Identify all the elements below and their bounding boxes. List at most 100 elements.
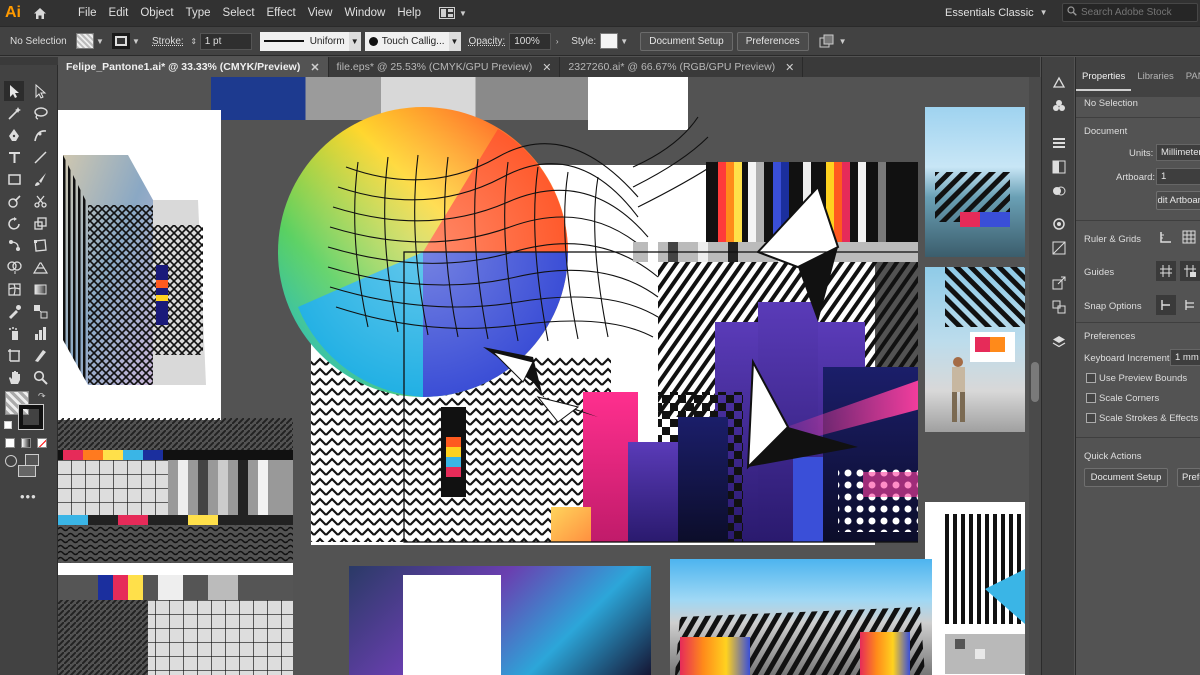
line-segment-tool-icon[interactable] xyxy=(30,147,50,167)
curvature-tool-icon[interactable] xyxy=(30,125,50,145)
doc-tab-felipe[interactable]: Felipe_Pantone1.ai* @ 33.33% (CMYK/Previ… xyxy=(58,57,329,77)
snap-pixel-icon[interactable] xyxy=(1180,295,1200,315)
gradient-panel-icon[interactable] xyxy=(1050,158,1068,176)
stroke-color-swatch[interactable] xyxy=(18,404,44,430)
slice-tool-icon[interactable] xyxy=(30,345,50,365)
stroke-weight-field[interactable]: 1 pt xyxy=(199,32,252,50)
chevron-down-icon[interactable]: ▼ xyxy=(94,33,106,49)
tab-pantone[interactable]: PANT xyxy=(1180,71,1200,91)
fill-swatch[interactable] xyxy=(76,33,94,49)
preferences-panel-button[interactable]: Preferences xyxy=(1177,468,1200,487)
menu-object[interactable]: Object xyxy=(134,0,179,26)
menu-file[interactable]: File xyxy=(72,0,103,26)
fill-control[interactable]: ▼ xyxy=(76,33,106,49)
mesh-tool-icon[interactable] xyxy=(4,279,24,299)
scale-strokes-checkbox[interactable] xyxy=(1086,413,1096,423)
brush-definition[interactable]: Touch Callig... xyxy=(364,31,449,51)
none-mode-icon[interactable] xyxy=(37,438,47,448)
artboard-select[interactable]: 1 xyxy=(1156,168,1200,185)
document-setup-panel-button[interactable]: Document Setup xyxy=(1084,468,1168,487)
eyedropper-tool-icon[interactable] xyxy=(4,301,24,321)
menu-help[interactable]: Help xyxy=(391,0,427,26)
units-select[interactable]: Millimeters xyxy=(1156,144,1200,161)
arrange-icon[interactable]: ▼ xyxy=(819,34,847,48)
stroke-color-control[interactable]: ▼ xyxy=(112,33,142,49)
op-art-bottom-right[interactable] xyxy=(945,514,1025,675)
align-icon[interactable] xyxy=(1050,134,1068,152)
chevron-down-icon[interactable]: ▼ xyxy=(448,31,461,51)
home-icon[interactable] xyxy=(26,0,54,26)
scrollbar-thumb[interactable] xyxy=(1031,362,1039,402)
shaper-tool-icon[interactable] xyxy=(4,191,24,211)
menu-effect[interactable]: Effect xyxy=(261,0,302,26)
style-swatch[interactable] xyxy=(600,33,619,49)
more-tools-icon[interactable]: ••• xyxy=(20,489,37,504)
free-transform-tool-icon[interactable] xyxy=(30,235,50,255)
ruler-icon[interactable] xyxy=(1159,230,1173,247)
zoom-tool-icon[interactable] xyxy=(30,367,50,387)
stroke-stepper[interactable]: ⇕ xyxy=(188,33,200,49)
building-stripes-top-right[interactable] xyxy=(925,137,1025,257)
blend-tool-icon[interactable] xyxy=(30,301,50,321)
direct-selection-tool-icon[interactable] xyxy=(30,81,50,101)
graphic-styles-icon[interactable] xyxy=(1050,239,1068,257)
layers-icon[interactable] xyxy=(1050,333,1068,351)
mural-building-artwork[interactable] xyxy=(670,597,932,675)
main-artwork[interactable] xyxy=(278,107,918,552)
workspace-switcher[interactable]: Essentials Classic ▼ xyxy=(945,0,1048,26)
draw-mode-icon[interactable] xyxy=(5,455,17,467)
color-mode-icon[interactable] xyxy=(5,438,15,448)
pen-tool-icon[interactable] xyxy=(4,125,24,145)
default-fill-stroke-icon[interactable] xyxy=(4,421,12,429)
magic-wand-tool-icon[interactable] xyxy=(4,103,24,123)
hand-tool-icon[interactable] xyxy=(4,367,24,387)
screen-mode-icon[interactable] xyxy=(18,465,36,477)
close-icon[interactable]: ✕ xyxy=(542,61,551,74)
vertical-scrollbar[interactable] xyxy=(1029,77,1041,675)
chevron-down-icon[interactable]: ▼ xyxy=(348,31,361,51)
symbol-sprayer-tool-icon[interactable] xyxy=(4,323,24,343)
opacity-label[interactable]: Opacity: xyxy=(469,36,506,47)
menu-view[interactable]: View xyxy=(302,0,339,26)
chevron-down-icon[interactable]: ▼ xyxy=(618,33,630,49)
menu-window[interactable]: Window xyxy=(338,0,391,26)
brushes-icon[interactable] xyxy=(1050,73,1068,91)
photo-mural-person[interactable] xyxy=(925,267,1025,432)
swap-fill-stroke-icon[interactable]: ↷ xyxy=(38,391,46,402)
doc-tab-2327260[interactable]: 2327260.ai* @ 66.67% (RGB/GPU Preview) ✕ xyxy=(560,57,804,77)
scale-tool-icon[interactable] xyxy=(30,213,50,233)
stroke-label[interactable]: Stroke: xyxy=(152,36,184,47)
column-graph-tool-icon[interactable] xyxy=(30,323,50,343)
perspective-grid-tool-icon[interactable] xyxy=(30,257,50,277)
menu-select[interactable]: Select xyxy=(217,0,261,26)
type-tool-icon[interactable] xyxy=(4,147,24,167)
variable-width-profile[interactable]: Uniform xyxy=(259,31,349,51)
stroke-swatch[interactable] xyxy=(112,33,130,49)
arrange-documents-button[interactable]: ▼ xyxy=(439,7,467,19)
rectangle-tool-icon[interactable] xyxy=(4,169,24,189)
keyboard-increment-field[interactable]: 1 mm xyxy=(1170,349,1200,366)
paintbrush-tool-icon[interactable] xyxy=(30,169,50,189)
op-art-cube-left[interactable] xyxy=(58,145,218,395)
close-icon[interactable]: ✕ xyxy=(785,61,794,74)
artboards-panel-icon[interactable] xyxy=(1050,298,1068,316)
scissors-tool-icon[interactable] xyxy=(30,191,50,211)
lasso-tool-icon[interactable] xyxy=(30,103,50,123)
white-artboard-bottom-center[interactable] xyxy=(403,575,501,675)
shape-builder-tool-icon[interactable] xyxy=(4,257,24,277)
scale-corners-checkbox[interactable] xyxy=(1086,393,1096,403)
grid-icon[interactable] xyxy=(1182,230,1196,247)
preferences-button[interactable]: Preferences xyxy=(736,31,809,51)
rotate-tool-icon[interactable] xyxy=(4,213,24,233)
search-stock-field[interactable] xyxy=(1062,3,1198,22)
canvas[interactable] xyxy=(58,77,1041,675)
artboard-tool-icon[interactable] xyxy=(4,345,24,365)
toolbar-grip[interactable] xyxy=(0,57,58,65)
chevron-down-icon[interactable]: ▼ xyxy=(130,33,142,49)
puppet-warp-tool-icon[interactable] xyxy=(4,235,24,255)
edit-artboards-button[interactable]: Edit Artboards xyxy=(1156,191,1200,210)
menu-type[interactable]: Type xyxy=(180,0,217,26)
close-icon[interactable]: ✕ xyxy=(310,61,319,74)
appearance-icon[interactable] xyxy=(1050,215,1068,233)
snap-point-icon[interactable] xyxy=(1156,295,1176,315)
